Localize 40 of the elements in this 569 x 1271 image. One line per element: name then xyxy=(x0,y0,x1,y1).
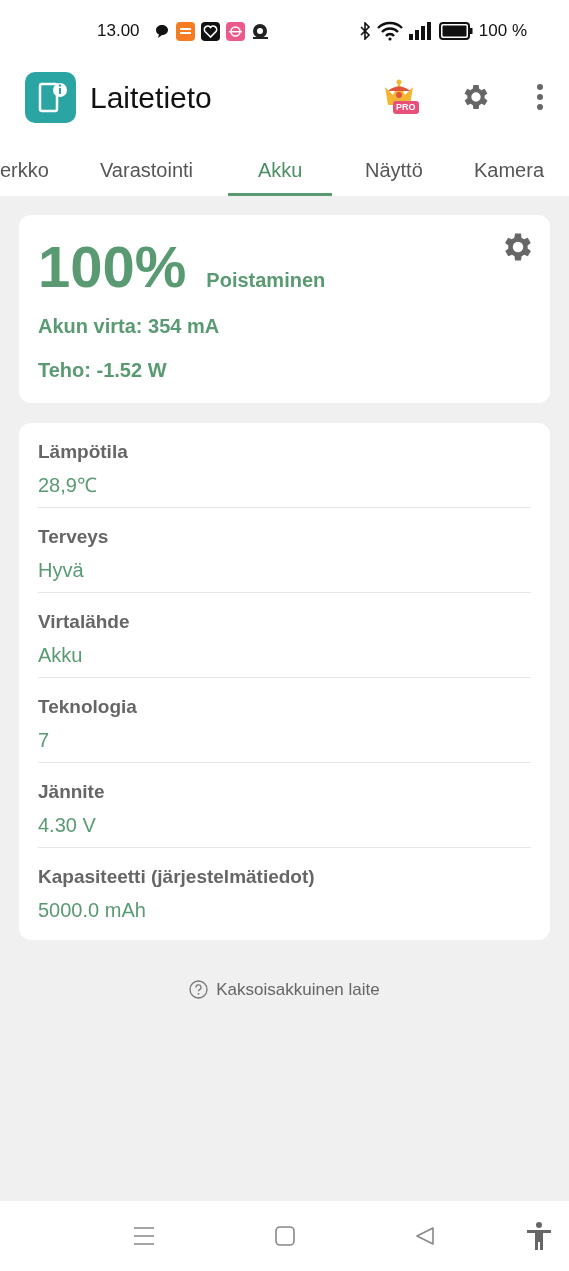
detail-label: Lämpötila xyxy=(38,440,129,464)
back-icon[interactable] xyxy=(415,1226,435,1246)
chat-notification-icon xyxy=(153,23,170,39)
tab[interactable]: Akku xyxy=(228,146,333,196)
tab[interactable]: Varastointi xyxy=(100,146,193,196)
app-logo-icon xyxy=(25,71,76,123)
detail-label: Terveys xyxy=(38,525,110,549)
detail-value: Akku xyxy=(38,643,84,668)
detail-label: Teknologia xyxy=(38,695,138,719)
home-icon[interactable] xyxy=(275,1226,295,1246)
help-icon[interactable] xyxy=(189,980,209,1000)
tab[interactable]: Kamera xyxy=(474,146,545,196)
detail-value: 7 xyxy=(38,728,51,753)
battery-percentage: 100 % xyxy=(478,20,527,43)
bluetooth-icon xyxy=(358,22,371,40)
detail-label: Kapasiteetti (järjestelmätiedot) xyxy=(38,865,316,889)
dual-battery-link[interactable]: Kaksoisakkuinen laite xyxy=(216,977,380,1003)
tab[interactable]: Näyttö xyxy=(365,146,423,196)
detail-value: 4.30 V xyxy=(38,813,97,838)
battery-icon xyxy=(438,22,473,40)
detail-value: 5000.0 mAh xyxy=(38,898,147,923)
battery-status: Poistaminen xyxy=(206,268,326,293)
accessibility-icon[interactable] xyxy=(526,1222,552,1250)
app-title: Laitetieto xyxy=(90,79,212,116)
shop-app-icon xyxy=(175,21,195,41)
status-time: 13.00 xyxy=(97,20,140,43)
detail-label: Jännite xyxy=(38,780,106,804)
tab[interactable]: erkko xyxy=(0,146,49,196)
signal-icon xyxy=(408,22,433,40)
circle-app-icon xyxy=(225,21,245,41)
detail-label: Virtalähde xyxy=(38,610,131,634)
more-menu-icon[interactable] xyxy=(536,83,544,111)
pro-button[interactable]: PRO xyxy=(380,77,420,117)
battery-percentage: 100% xyxy=(38,235,187,299)
heart-app-icon xyxy=(200,21,220,41)
battery-power: Teho: -1.52 W xyxy=(38,358,168,383)
wifi-icon xyxy=(376,21,403,41)
detail-value: Hyvä xyxy=(38,558,85,583)
detail-value: 28,9℃ xyxy=(38,473,98,498)
battery-current: Akun virta: 354 mA xyxy=(38,314,221,339)
